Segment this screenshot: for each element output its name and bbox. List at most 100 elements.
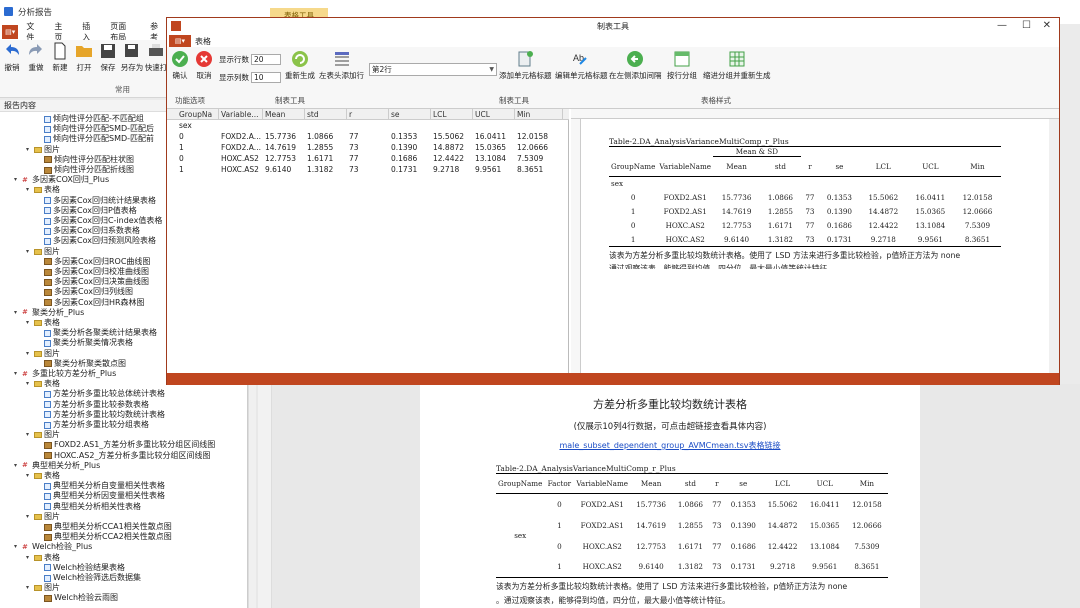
grid-cell[interactable]: 9.9561 [473,164,515,175]
grid-cell[interactable]: 77 [347,131,389,142]
grid-column-header[interactable]: Mean [263,109,305,120]
expand-toggle-icon[interactable]: ▾ [14,308,22,318]
grid-column-header[interactable]: r [347,109,389,120]
grid-cell[interactable] [431,120,473,131]
preview-scrollbar[interactable] [1049,119,1059,379]
add-cell-title-button[interactable]: 添加单元格标题 [499,50,552,81]
tree-node[interactable]: ▾ 图片 [26,430,60,440]
grid-cell[interactable] [389,120,431,131]
minimize-icon[interactable]: — [997,20,1007,31]
grid-cell[interactable] [263,120,305,131]
expand-toggle-icon[interactable]: ▾ [26,318,34,328]
grid-cell[interactable]: 1.6171 [305,153,347,164]
tree-node[interactable]: ▾ 表格 [26,318,60,328]
grid-column-header[interactable]: std [305,109,347,120]
grid-cell[interactable]: 1 [177,164,219,175]
grid-cell[interactable]: 13.1084 [473,153,515,164]
grid-column-header[interactable]: Variable... [219,109,263,120]
tree-leaf[interactable]: HOXC.AS2_方差分析多重比较分组区间线图 [44,451,210,461]
rows-input[interactable]: 20 [251,54,281,65]
expand-toggle-icon[interactable]: ▾ [26,512,34,522]
tree-leaf[interactable]: 多因素Cox回归系数表格 [44,226,140,236]
print-button[interactable]: 快速打 [144,42,168,73]
tree-node[interactable]: ▾ # 多重比较方差分析_Plus [14,369,116,379]
dialog-menu-button[interactable]: ▤▾ [169,35,191,47]
grid-cell[interactable]: 7.5309 [515,153,563,164]
grid-cell[interactable]: 15.5062 [431,131,473,142]
grid-cell[interactable]: 0 [177,131,219,142]
save-as-button[interactable]: 另存为 [120,42,144,73]
cancel-button[interactable]: 取消 [195,50,213,81]
tree-leaf[interactable]: 方差分析多重比较均数统计表格 [44,410,165,420]
tree-leaf[interactable]: 典型相关分析CCA1相关性散点图 [44,522,172,532]
confirm-button[interactable]: 确认 [171,50,189,81]
tree-leaf[interactable]: 倾向性评分匹配SMD-匹配后 [44,124,154,134]
undo-button[interactable]: 撤销 [0,42,24,73]
grid-cell[interactable]: sex [177,120,219,131]
expand-toggle-icon[interactable]: ▾ [26,247,34,257]
tree-leaf[interactable]: 方差分析多重比较参数表格 [44,400,149,410]
close-icon[interactable]: ✕ [1043,20,1051,31]
grid-cell[interactable]: 0.1731 [389,164,431,175]
rows-spinner[interactable]: 显示行数 20 [219,54,281,65]
grid-cell[interactable]: 12.0158 [515,131,563,142]
tree-leaf[interactable]: 聚类分析各聚类统计结果表格 [44,328,157,338]
tree-leaf[interactable]: FOXD2.AS1_方差分析多重比较分组区间线图 [44,440,215,450]
grid-row[interactable]: 1 FOXD2.A... 14.7619 1.2855 73 0.1390 14.8872 1… [167,142,569,153]
tree-leaf[interactable]: 聚类分析聚类情况表格 [44,338,133,348]
tree-leaf[interactable]: 典型相关分析自变量相关性表格 [44,481,165,491]
grid-cell[interactable]: 1.0866 [305,131,347,142]
tree-leaf[interactable]: Welch检验结果表格 [44,563,125,573]
tree-leaf[interactable]: Welch检验筛选后数据集 [44,573,141,583]
grid-column-header[interactable]: GroupNa [177,109,219,120]
tree-leaf[interactable]: 方差分析多重比较分组表格 [44,420,149,430]
grid-column-header[interactable]: LCL [431,109,473,120]
grid-cell[interactable]: 73 [347,164,389,175]
grid-cell[interactable]: 9.6140 [263,164,305,175]
expand-toggle-icon[interactable]: ▾ [14,461,22,471]
split-group-button[interactable]: 按行分组 [667,50,697,81]
row-select-dropdown[interactable]: 第2行 ▼ [369,63,497,76]
grid-cell[interactable]: 0.1390 [389,142,431,153]
maximize-icon[interactable]: ☐ [1022,20,1031,31]
expand-toggle-icon[interactable]: ▾ [26,349,34,359]
expand-toggle-icon[interactable]: ▾ [26,379,34,389]
tree-node[interactable]: ▾ # Welch检验_Plus [14,542,92,552]
expand-toggle-icon[interactable]: ▾ [26,185,34,195]
tree-node[interactable]: ▾ 图片 [26,247,60,257]
grid-row[interactable]: sex [167,120,569,131]
doc-table-link[interactable]: male_subset_dependent_group_AVMCmean.tsv… [420,440,920,451]
new-button[interactable]: 新建 [48,42,72,73]
grid-cell[interactable]: 12.4422 [431,153,473,164]
tree-node[interactable]: ▾ 图片 [26,349,60,359]
tree-leaf[interactable]: 多因素Cox回归统计结果表格 [44,196,156,206]
expand-toggle-icon[interactable]: ▾ [14,175,22,185]
tree-leaf[interactable]: 典型相关分析因变量相关性表格 [44,491,165,501]
tree-node[interactable]: ▾ # 聚类分析_Plus [14,308,84,318]
tree-leaf[interactable]: 多因素Cox回归ROC曲线图 [44,257,150,267]
grid-row[interactable]: 0 FOXD2.A... 15.7736 1.0866 77 0.1353 15.5062 1… [167,131,569,142]
grid-cell[interactable]: 1.2855 [305,142,347,153]
grid-cell[interactable]: 12.7753 [263,153,305,164]
tree-leaf[interactable]: 多因素Cox回归决策曲线图 [44,277,149,287]
tree-node[interactable]: ▾ 表格 [26,185,60,195]
grid-cell[interactable]: HOXC.AS2 [219,153,263,164]
expand-toggle-icon[interactable]: ▾ [14,369,22,379]
tree-node[interactable]: ▾ 表格 [26,471,60,481]
grid-cell[interactable]: 0.1686 [389,153,431,164]
tree-leaf[interactable]: 多因素Cox回归HR森林图 [44,298,145,308]
grid-cell[interactable]: 12.0666 [515,142,563,153]
merge-group-button[interactable]: 缩进分组并重新生成 [703,50,771,81]
open-button[interactable]: 打开 [72,42,96,73]
cols-spinner[interactable]: 显示列数 10 [219,72,281,83]
grid-cell[interactable]: 16.0411 [473,131,515,142]
grid-cell[interactable]: 0 [177,153,219,164]
grid-row[interactable]: 0 HOXC.AS2 12.7753 1.6171 77 0.1686 12.4422 13.… [167,153,569,164]
add-header-row-button[interactable]: 左表头添加行 [319,50,364,81]
tree-leaf[interactable]: 聚类分析聚类散点图 [44,359,126,369]
grid-cell[interactable] [347,120,389,131]
grid-cell[interactable]: 1.3182 [305,164,347,175]
grid-cell[interactable]: FOXD2.A... [219,131,263,142]
tree-leaf[interactable]: 典型相关分析CCA2相关性散点图 [44,532,172,542]
edit-cell-title-button[interactable]: Ab 编辑单元格标题 [555,50,608,81]
